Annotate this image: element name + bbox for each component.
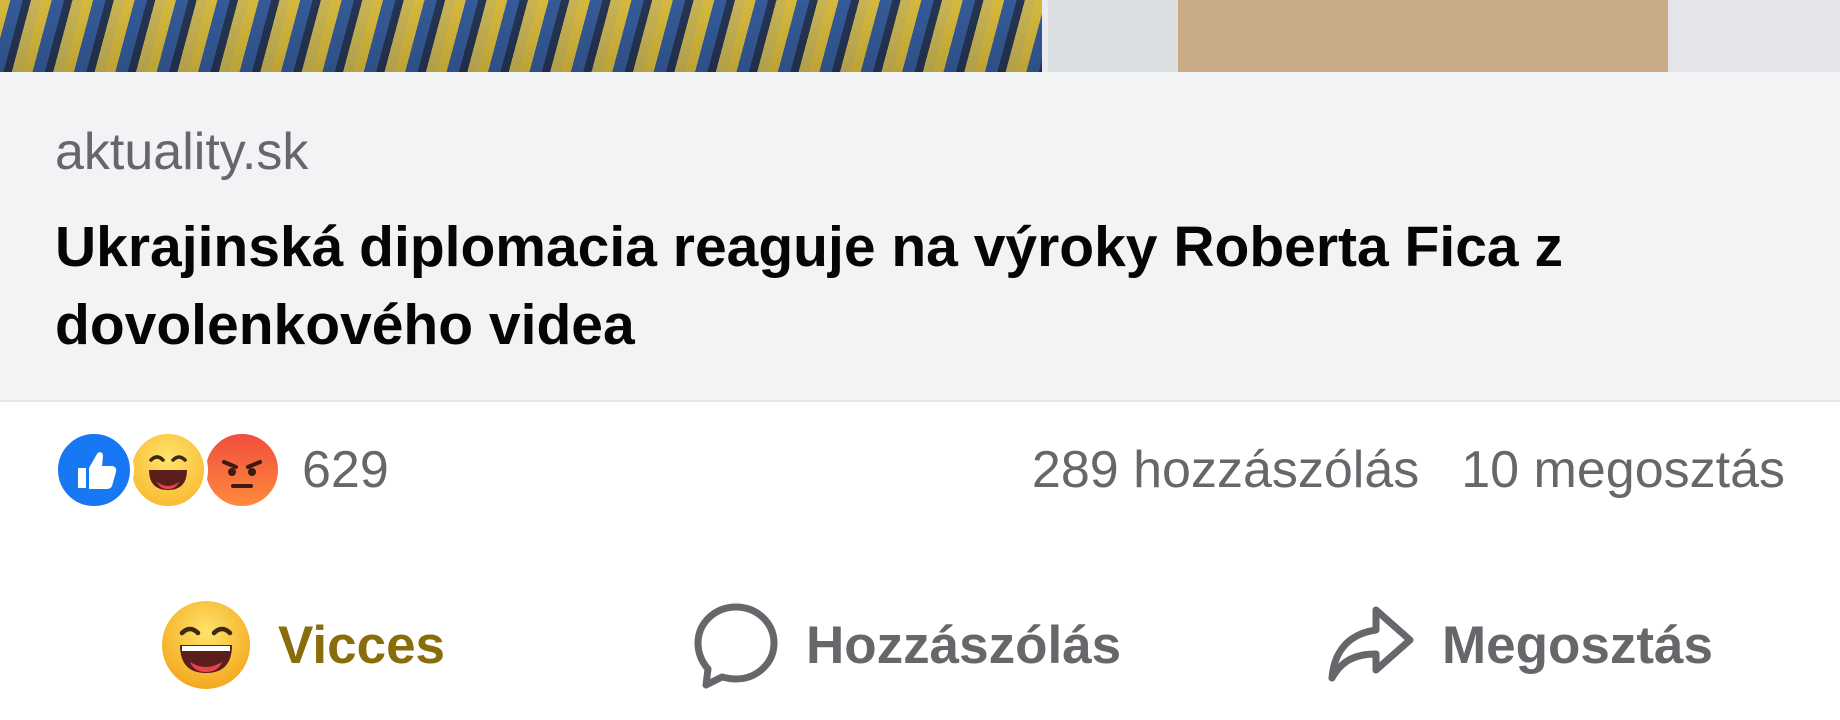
- post-action-bar: Vicces Hozzászólás Megosztás: [0, 590, 1840, 710]
- share-label: Megosztás: [1442, 615, 1713, 675]
- share-button[interactable]: Megosztás: [1326, 590, 1713, 700]
- react-vicces-label: Vicces: [278, 615, 446, 675]
- share-count[interactable]: 10 megosztás: [1461, 440, 1785, 500]
- engagement-stats: 629 289 hozzászólás 10 megosztás: [0, 430, 1840, 520]
- comment-share-stats: 289 hozzászólás 10 megosztás: [1032, 430, 1785, 510]
- haha-icon: [162, 601, 250, 689]
- share-arrow-icon: [1328, 606, 1414, 682]
- link-domain: aktuality.sk: [55, 123, 309, 181]
- comment-count[interactable]: 289 hozzászólás: [1032, 440, 1419, 500]
- preview-image-left[interactable]: [0, 0, 1042, 72]
- comment-button[interactable]: Hozzászólás: [692, 590, 1121, 700]
- reaction-count: 629: [302, 441, 389, 499]
- reaction-summary[interactable]: 629: [54, 430, 389, 510]
- like-icon: [54, 430, 134, 510]
- comment-label: Hozzászólás: [806, 615, 1122, 675]
- preview-image-right[interactable]: [1048, 0, 1840, 72]
- link-preview-images[interactable]: [0, 0, 1840, 72]
- angry-icon: [202, 430, 282, 510]
- comment-icon: [694, 603, 778, 689]
- link-headline[interactable]: Ukrajinská diplomacia reaguje na výroky …: [55, 208, 1795, 364]
- haha-icon: [128, 430, 208, 510]
- react-vicces-button[interactable]: Vicces: [160, 590, 445, 700]
